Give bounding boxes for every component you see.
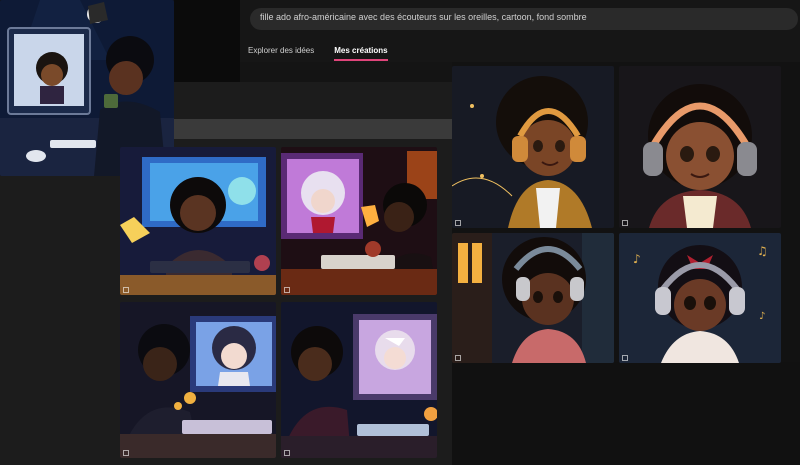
svg-text:♪: ♪ [759,311,765,322]
result-image-3[interactable] [120,302,276,458]
result-image-2[interactable] [281,147,437,295]
tabs-row: Explorer des idées Mes créations [248,46,388,61]
result-image-7[interactable] [452,233,614,363]
result-image-4[interactable] [281,302,437,458]
empty-area [452,362,800,465]
image-select-icon[interactable] [455,355,461,361]
window-gap [174,0,240,82]
image-select-icon[interactable] [622,220,628,226]
svg-text:♫: ♫ [757,244,768,258]
image-select-icon[interactable] [622,355,628,361]
tab-my-creations[interactable]: Mes créations [334,46,387,61]
image-select-icon[interactable] [123,287,129,293]
result-image-6[interactable] [619,66,781,228]
designer-header: fille ado afro-américaine avec des écout… [240,0,800,62]
image-select-icon[interactable] [284,287,290,293]
image-select-icon[interactable] [123,450,129,456]
result-image-1[interactable] [120,147,276,295]
result-image-8[interactable]: ♪ ♫ ♪ [619,233,781,363]
tab-explore-ideas[interactable]: Explorer des idées [248,46,314,61]
result-image-5[interactable] [452,66,614,228]
svg-text:♪: ♪ [633,252,641,266]
prompt-input[interactable]: fille ado afro-américaine avec des écout… [250,8,798,30]
window-title-bar[interactable] [174,119,452,139]
image-select-icon[interactable] [284,450,290,456]
image-select-icon[interactable] [455,220,461,226]
